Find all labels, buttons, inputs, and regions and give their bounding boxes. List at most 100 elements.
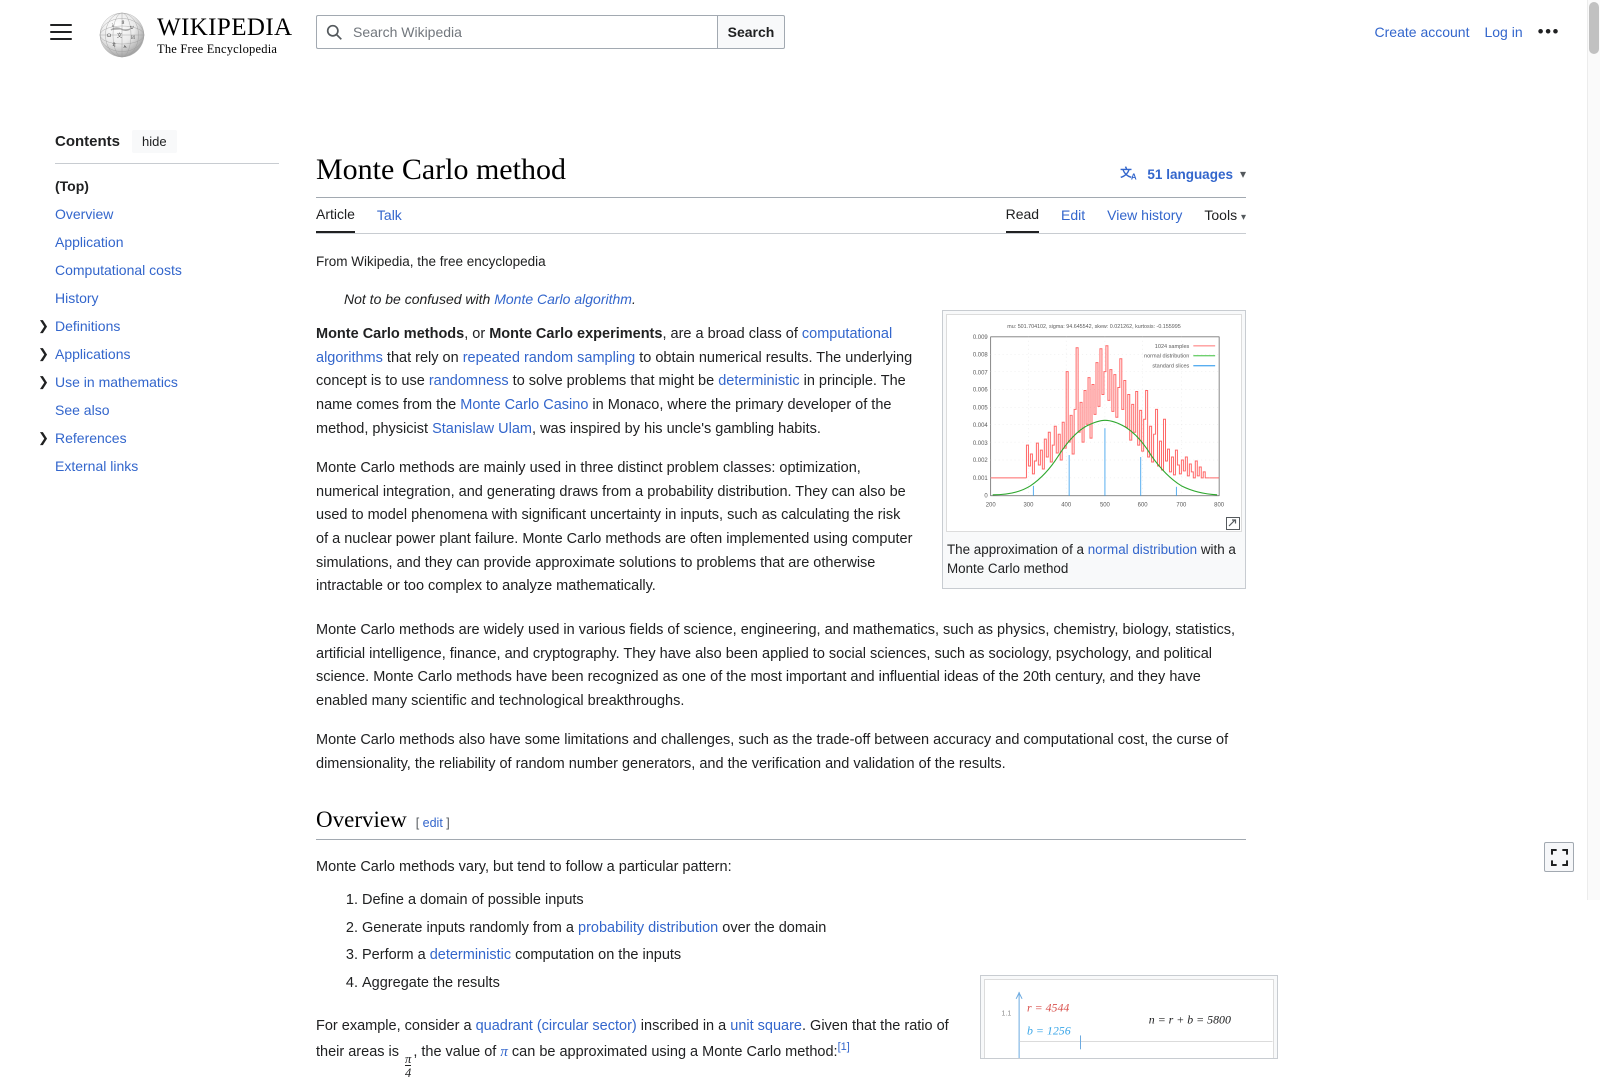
pi-over-four-fraction: π4 [405, 1051, 412, 1080]
tab-view-history[interactable]: View history [1107, 207, 1182, 232]
search-field-wrapper[interactable] [316, 15, 717, 49]
tab-edit[interactable]: Edit [1061, 207, 1085, 232]
svg-text:0.007: 0.007 [973, 371, 988, 377]
title-row: Monte Carlo method 文 A 51 languages ▾ [316, 153, 1246, 187]
language-icon: 文 A [1121, 166, 1138, 181]
svg-text:400: 400 [1061, 503, 1072, 509]
link-stanislaw-ulam[interactable]: Stanislaw Ulam [432, 421, 532, 437]
toc-item-top[interactable]: (Top) [55, 172, 316, 200]
toc-divider [55, 163, 279, 164]
page-title: Monte Carlo method [316, 153, 566, 186]
reference-marker[interactable]: [1] [838, 1041, 850, 1053]
scrollbar-thumb[interactable] [1589, 2, 1599, 54]
logo-wordmark: WIKIPEDIA [157, 13, 293, 41]
search-input[interactable] [343, 23, 717, 41]
tab-talk[interactable]: Talk [377, 207, 402, 232]
search-form: Search [316, 15, 785, 49]
main-menu-icon[interactable] [50, 24, 72, 40]
toc-item-label[interactable]: External links [55, 458, 138, 474]
hatnote-suffix: . [631, 291, 636, 307]
svg-text:0.008: 0.008 [973, 353, 989, 359]
toc-item-see-also[interactable]: See also [55, 396, 316, 424]
link-quadrant[interactable]: quadrant (circular sector) [476, 1018, 637, 1034]
more-options-icon[interactable]: ••• [1538, 23, 1560, 40]
view-tabs: Read Edit View history Tools ▾ [1005, 206, 1246, 233]
wikipedia-logo[interactable]: λйש Ω文И गे አ WIKIPEDIA The Free Encyclope… [97, 10, 293, 60]
svg-text:0: 0 [984, 494, 988, 500]
article-content: Monte Carlo method 文 A 51 languages ▾ Ar… [316, 65, 1306, 1080]
globe-icon: λ йש Ω文И गे አ [99, 12, 145, 58]
svg-text:И: И [131, 35, 135, 41]
toc-item-label[interactable]: References [55, 430, 127, 446]
toc-item-label[interactable]: Computational costs [55, 262, 182, 278]
lead-text-column: Monte Carlo methods, or Monte Carlo expe… [316, 307, 916, 599]
hatnote-link[interactable]: Monte Carlo algorithm [494, 291, 632, 307]
step-link[interactable]: deterministic [430, 947, 511, 963]
step-link[interactable]: probability distribution [578, 920, 718, 936]
search-button[interactable]: Search [717, 15, 785, 49]
section-heading-overview: Overview [ edit ] [316, 807, 1246, 833]
tab-tools[interactable]: Tools ▾ [1204, 207, 1246, 232]
toc-item-references[interactable]: ❯ References [38, 424, 316, 452]
account-links: Create account Log in ••• [1375, 23, 1560, 40]
edit-link[interactable]: edit [423, 816, 443, 830]
caption-prefix: The approximation of a [947, 542, 1088, 557]
link-randomness[interactable]: randomness [429, 373, 509, 389]
toc-item-label[interactable]: Definitions [55, 318, 120, 334]
toc-item-label[interactable]: Use in mathematics [55, 374, 178, 390]
lead-paragraph-3: Monte Carlo methods are widely used in v… [316, 621, 1236, 709]
pi-total-label: n = r + b = 5800 [1149, 1013, 1231, 1027]
toc-item-label[interactable]: Application [55, 234, 124, 250]
link-monte-carlo-casino[interactable]: Monte Carlo Casino [460, 397, 588, 413]
chart-image[interactable]: mu: 501.704102, sigma: 94.645542, skew: … [946, 314, 1242, 532]
svg-text:500: 500 [1100, 503, 1111, 509]
toc-item-label[interactable]: Overview [55, 206, 113, 222]
toc-expand-icon[interactable]: ❯ [38, 374, 49, 390]
create-account-link[interactable]: Create account [1375, 24, 1470, 40]
login-link[interactable]: Log in [1484, 24, 1522, 40]
svg-text:200: 200 [986, 503, 997, 509]
language-selector[interactable]: 文 A 51 languages ▾ [1120, 166, 1246, 182]
svg-text:0.005: 0.005 [973, 405, 989, 411]
fullscreen-button[interactable] [1544, 842, 1574, 872]
overview-intro: Monte Carlo methods vary, but tend to fo… [316, 858, 732, 875]
tab-article[interactable]: Article [316, 206, 355, 233]
toc-item-label[interactable]: See also [55, 402, 109, 418]
fullscreen-icon [1550, 848, 1568, 866]
toc-item-history[interactable]: History [55, 284, 316, 312]
page-scrollbar[interactable] [1587, 0, 1600, 900]
svg-text:Ω: Ω [107, 33, 111, 39]
link-repeated-random-sampling[interactable]: repeated random sampling [463, 350, 636, 366]
toc-item-computational-costs[interactable]: Computational costs [55, 256, 316, 284]
toc-item-application[interactable]: Application [55, 228, 316, 256]
link-deterministic[interactable]: deterministic [718, 373, 799, 389]
toc-item-use-in-mathematics[interactable]: ❯ Use in mathematics [38, 368, 316, 396]
chart-title: mu: 501.704102, sigma: 94.645542, skew: … [1007, 324, 1180, 330]
toc-item-external-links[interactable]: External links [55, 452, 316, 480]
pi-simulation-image[interactable]: 1.1 r = 4544 b = 1256 n = r + b = 5800 [984, 979, 1274, 1059]
toc-expand-icon[interactable]: ❯ [38, 430, 49, 446]
enlarge-icon[interactable] [1226, 517, 1240, 530]
tabs-divider [316, 233, 1246, 234]
toc-hide-button[interactable]: hide [132, 130, 177, 153]
svg-text:0.002: 0.002 [973, 458, 988, 464]
toc-item-label[interactable]: Applications [55, 346, 131, 362]
legend-normal: normal distribution [1144, 354, 1189, 360]
lead-section: Monte Carlo methods, or Monte Carlo expe… [316, 307, 1246, 603]
toc-item-applications[interactable]: ❯ Applications [38, 340, 316, 368]
toc-expand-icon[interactable]: ❯ [38, 318, 49, 334]
monte-carlo-chart: mu: 501.704102, sigma: 94.645542, skew: … [973, 324, 1225, 509]
legend-samples: 1024 samples [1155, 344, 1190, 350]
toc-item-label[interactable]: History [55, 290, 99, 306]
toc-item-overview[interactable]: Overview [55, 200, 316, 228]
overview-step: Generate inputs randomly from a probabil… [362, 917, 1246, 940]
toc-item-definitions[interactable]: ❯ Definitions [38, 312, 316, 340]
pi-symbol: π [500, 1043, 508, 1060]
figure-caption: The approximation of a normal distributi… [943, 517, 1245, 588]
pi-blue-label: b = 1256 [1027, 1024, 1071, 1038]
tab-read[interactable]: Read [1005, 206, 1040, 233]
svg-text:A: A [1131, 172, 1137, 181]
link-normal-distribution[interactable]: normal distribution [1088, 542, 1197, 557]
link-unit-square[interactable]: unit square [730, 1018, 802, 1034]
toc-expand-icon[interactable]: ❯ [38, 346, 49, 362]
